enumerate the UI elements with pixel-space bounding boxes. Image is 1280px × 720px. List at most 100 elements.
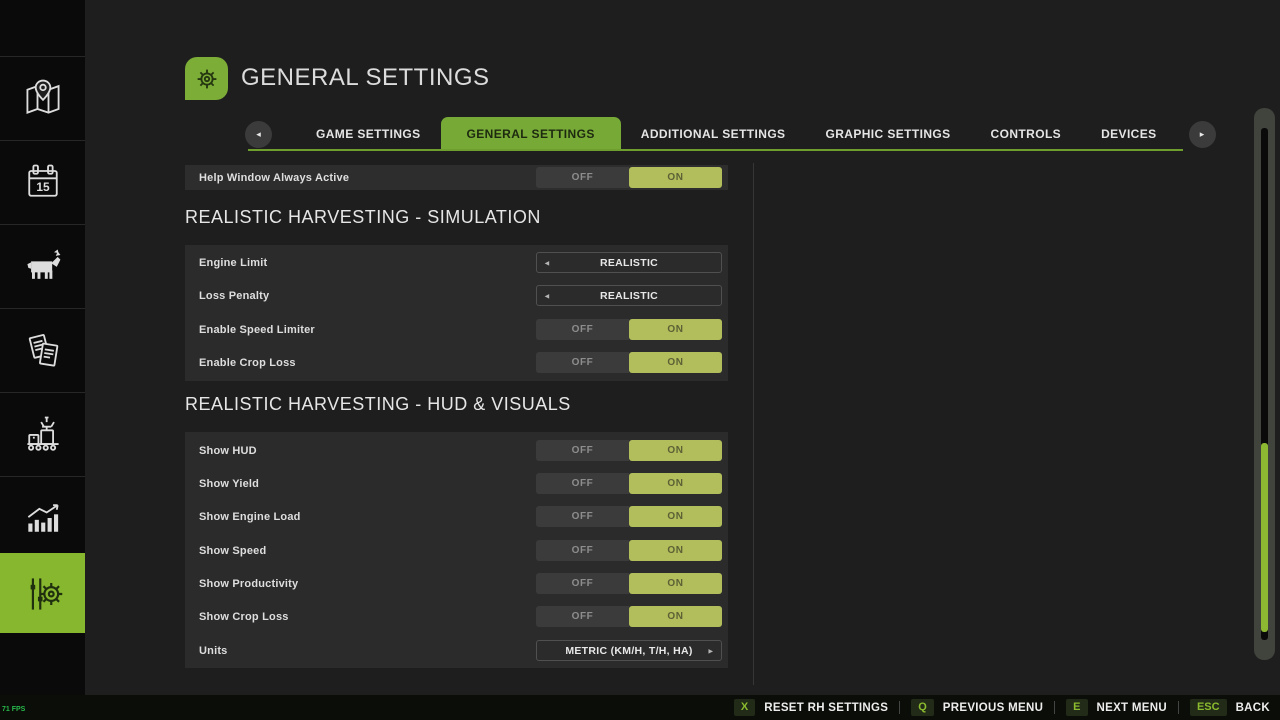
show-yield-toggle[interactable]: OFF ON	[536, 473, 722, 494]
hint-divider	[1178, 701, 1179, 714]
selector-value: REALISTIC	[600, 290, 658, 302]
sidebar-item-calendar[interactable]: 15	[0, 140, 85, 223]
units-selector[interactable]: METRIC (KM/H, T/H, HA) ▸	[536, 640, 722, 661]
selector-left-arrow-icon[interactable]: ◂	[545, 291, 549, 300]
settings-sliders-icon	[21, 572, 65, 616]
sidebar-item-map[interactable]	[0, 56, 85, 139]
setting-label: Show HUD	[199, 440, 257, 462]
help-window-toggle[interactable]: OFF ON	[536, 167, 722, 188]
speed-limiter-toggle[interactable]: OFF ON	[536, 319, 722, 340]
setting-row-show-crop-loss: Show Crop Loss OFF ON	[185, 606, 728, 628]
tab-underline	[248, 149, 1183, 151]
setting-row-show-yield: Show Yield OFF ON	[185, 473, 728, 495]
setting-label: Units	[199, 640, 228, 662]
toggle-on[interactable]: ON	[629, 573, 722, 594]
setting-row-help-window: Help Window Always Active OFF ON	[185, 165, 728, 190]
setting-row-show-productivity: Show Productivity OFF ON	[185, 573, 728, 595]
hint-previous-menu[interactable]: Q PREVIOUS MENU	[911, 699, 1043, 716]
show-crop-loss-toggle[interactable]: OFF ON	[536, 606, 722, 627]
toggle-off[interactable]: OFF	[536, 573, 629, 594]
sidebar: 15	[0, 0, 85, 695]
bottom-hint-bar: X RESET RH SETTINGS Q PREVIOUS MENU E NE…	[0, 695, 1280, 720]
toggle-on[interactable]: ON	[629, 440, 722, 461]
production-icon	[21, 412, 65, 456]
tab-devices[interactable]: DEVICES	[1081, 117, 1176, 151]
section-title-simulation: REALISTIC HARVESTING - SIMULATION	[185, 207, 541, 228]
setting-row-crop-loss: Enable Crop Loss OFF ON	[185, 352, 728, 374]
page-title: GENERAL SETTINGS	[241, 64, 490, 92]
toggle-on[interactable]: ON	[629, 167, 722, 188]
chevron-left-icon: ◂	[256, 129, 261, 140]
section-title-hud-visuals: REALISTIC HARVESTING - HUD & VISUALS	[185, 394, 571, 415]
toggle-on[interactable]: ON	[629, 473, 722, 494]
selector-value: REALISTIC	[600, 257, 658, 269]
hint-divider	[1054, 701, 1055, 714]
toggle-off[interactable]: OFF	[536, 506, 629, 527]
tabs-prev-button[interactable]: ◂	[245, 121, 272, 148]
show-engine-load-toggle[interactable]: OFF ON	[536, 506, 722, 527]
setting-label: Enable Crop Loss	[199, 352, 296, 374]
documents-icon	[21, 328, 65, 372]
setting-label: Engine Limit	[199, 252, 267, 274]
tab-bar: ◂ GAME SETTINGS GENERAL SETTINGS ADDITIO…	[245, 117, 1216, 151]
tabs-next-button[interactable]: ▸	[1189, 121, 1216, 148]
sidebar-item-settings[interactable]: ▸	[0, 553, 85, 633]
scrollbar-thumb[interactable]	[1261, 443, 1268, 632]
setting-label: Show Engine Load	[199, 506, 301, 528]
sidebar-item-animals[interactable]	[0, 224, 85, 307]
main-panel: GENERAL SETTINGS ◂ GAME SETTINGS GENERAL…	[85, 0, 1280, 695]
show-speed-toggle[interactable]: OFF ON	[536, 540, 722, 561]
crop-loss-toggle[interactable]: OFF ON	[536, 352, 722, 373]
toggle-off[interactable]: OFF	[536, 319, 629, 340]
toggle-off[interactable]: OFF	[536, 606, 629, 627]
tab-controls[interactable]: CONTROLS	[971, 117, 1082, 151]
hint-label: BACK	[1236, 702, 1270, 714]
tab-game-settings[interactable]: GAME SETTINGS	[296, 117, 441, 151]
toggle-off[interactable]: OFF	[536, 440, 629, 461]
toggle-off[interactable]: OFF	[536, 540, 629, 561]
setting-row-show-hud: Show HUD OFF ON	[185, 440, 728, 462]
setting-label: Enable Speed Limiter	[199, 319, 315, 341]
sidebar-item-production[interactable]	[0, 392, 85, 475]
selector-right-arrow-icon[interactable]: ▸	[709, 646, 713, 655]
page-gear-icon	[185, 57, 228, 100]
engine-limit-selector[interactable]: ◂ REALISTIC	[536, 252, 722, 273]
toggle-on[interactable]: ON	[629, 319, 722, 340]
tab-additional-settings[interactable]: ADDITIONAL SETTINGS	[621, 117, 806, 151]
scrollbar-track[interactable]	[1261, 128, 1268, 640]
scrollbar[interactable]	[1254, 108, 1275, 660]
selector-left-arrow-icon[interactable]: ◂	[545, 258, 549, 267]
sidebar-item-contracts[interactable]	[0, 308, 85, 391]
map-icon	[21, 76, 65, 120]
hint-label: NEXT MENU	[1097, 702, 1167, 714]
hint-label: RESET RH SETTINGS	[764, 702, 888, 714]
setting-row-engine-limit: Engine Limit ◂ REALISTIC	[185, 252, 728, 274]
loss-penalty-selector[interactable]: ◂ REALISTIC	[536, 285, 722, 306]
hint-back[interactable]: ESC BACK	[1190, 699, 1270, 716]
toggle-on[interactable]: ON	[629, 540, 722, 561]
setting-label: Show Productivity	[199, 573, 298, 595]
section-panel-hud-visuals: Show HUD OFF ON Show Yield OFF ON Show E…	[185, 432, 728, 668]
toggle-off[interactable]: OFF	[536, 473, 629, 494]
toggle-off[interactable]: OFF	[536, 352, 629, 373]
show-hud-toggle[interactable]: OFF ON	[536, 440, 722, 461]
setting-label: Show Speed	[199, 540, 266, 562]
tab-general-settings[interactable]: GENERAL SETTINGS	[441, 117, 621, 151]
toggle-on[interactable]: ON	[629, 506, 722, 527]
show-productivity-toggle[interactable]: OFF ON	[536, 573, 722, 594]
toggle-on[interactable]: ON	[629, 352, 722, 373]
setting-row-show-speed: Show Speed OFF ON	[185, 540, 728, 562]
cow-icon	[21, 244, 65, 288]
hint-next-menu[interactable]: E NEXT MENU	[1066, 699, 1167, 716]
setting-label: Loss Penalty	[199, 285, 269, 307]
setting-row-speed-limiter: Enable Speed Limiter OFF ON	[185, 319, 728, 341]
hint-reset-rh-settings[interactable]: X RESET RH SETTINGS	[734, 699, 888, 716]
tab-graphic-settings[interactable]: GRAPHIC SETTINGS	[805, 117, 970, 151]
sidebar-item-statistics[interactable]	[0, 476, 85, 559]
fps-counter: 71 FPS	[2, 706, 25, 713]
setting-label: Help Window Always Active	[199, 165, 349, 190]
setting-row-units: Units METRIC (KM/H, T/H, HA) ▸	[185, 640, 728, 662]
toggle-on[interactable]: ON	[629, 606, 722, 627]
toggle-off[interactable]: OFF	[536, 167, 629, 188]
keycap-e: E	[1066, 699, 1087, 716]
